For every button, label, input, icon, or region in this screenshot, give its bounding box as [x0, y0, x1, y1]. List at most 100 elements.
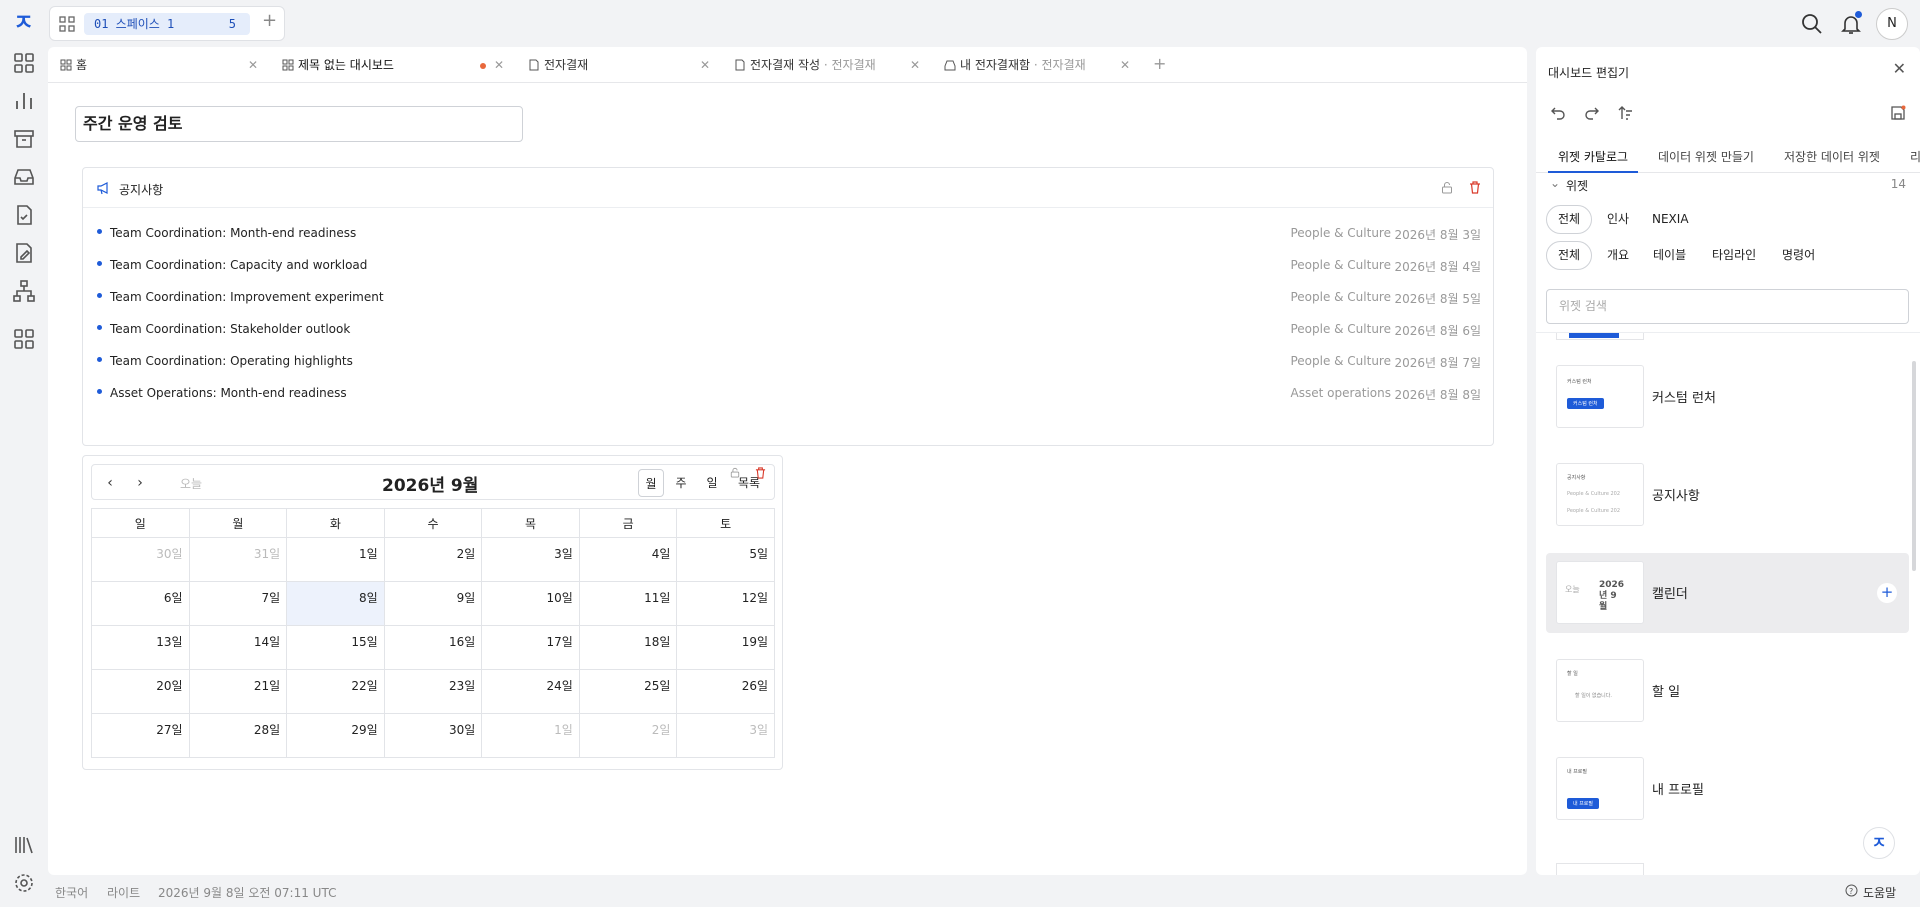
day-cell[interactable]: 15일 — [286, 625, 385, 670]
type-table-chip[interactable]: 테이블 — [1641, 241, 1698, 270]
day-cell[interactable]: 26일 — [676, 669, 775, 714]
day-cell[interactable]: 9일 — [383, 581, 483, 626]
tab-my-approvals[interactable]: 내 전자결재함 · 전자결재 ✕ — [932, 47, 1130, 83]
view-week-button[interactable]: 주 — [668, 469, 694, 497]
filter-hr-chip[interactable]: 인사 — [1595, 205, 1641, 234]
type-overview-chip[interactable]: 개요 — [1595, 241, 1641, 270]
day-cell[interactable]: 30일 — [383, 713, 483, 758]
day-cell[interactable]: 24일 — [481, 669, 580, 714]
save-icon[interactable] — [1890, 105, 1906, 121]
day-cell[interactable]: 16일 — [383, 625, 483, 670]
unlock-icon[interactable] — [1441, 181, 1453, 194]
close-icon[interactable]: ✕ — [1120, 47, 1130, 83]
day-cell[interactable]: 11일 — [578, 581, 678, 626]
day-cell[interactable]: 10일 — [481, 581, 580, 626]
scrollbar[interactable] — [1912, 361, 1916, 571]
day-cell[interactable]: 27일 — [91, 713, 190, 758]
day-cell[interactable]: 29일 — [286, 713, 385, 758]
day-cell[interactable]: 2일 — [578, 713, 678, 758]
close-icon[interactable]: ✕ — [494, 47, 504, 83]
chevron-right-icon[interactable]: › — [128, 471, 152, 495]
add-widget-button[interactable]: + — [1877, 583, 1897, 603]
theme-selector[interactable]: 라이트 — [107, 884, 140, 901]
library-icon[interactable] — [12, 833, 36, 857]
chevron-left-icon[interactable]: ‹ — [98, 471, 122, 495]
undo-icon[interactable] — [1550, 105, 1566, 121]
edit-doc-icon[interactable] — [12, 241, 36, 265]
day-cell[interactable]: 14일 — [188, 625, 288, 670]
tab-home[interactable]: 홈 ✕ — [48, 47, 258, 83]
list-item[interactable]: Team Coordination: Capacity and workload… — [97, 249, 1481, 281]
day-cell[interactable]: 2일 — [383, 537, 483, 582]
approval-doc-icon[interactable] — [12, 203, 36, 227]
day-cell[interactable]: 12일 — [676, 581, 775, 626]
day-cell[interactable]: 13일 — [91, 625, 190, 670]
day-cell[interactable]: 3일 — [481, 537, 580, 582]
dashboard-title-input[interactable]: 주간 운영 검토 — [75, 106, 523, 142]
day-cell-today[interactable]: 8일 — [286, 581, 385, 626]
day-cell[interactable]: 22일 — [286, 669, 385, 714]
type-timeline-chip[interactable]: 타임라인 — [1700, 241, 1768, 270]
day-cell[interactable]: 6일 — [91, 581, 190, 626]
tab-create-data-widget[interactable]: 데이터 위젯 만들기 — [1658, 148, 1754, 165]
type-all-chip[interactable]: 전체 — [1546, 241, 1593, 270]
help-icon[interactable]: ? — [1845, 884, 1858, 897]
today-button[interactable]: 오늘 — [180, 475, 202, 492]
day-cell[interactable]: 18일 — [578, 625, 678, 670]
tab-approval-write[interactable]: 전자결재 작성 · 전자결재 ✕ — [722, 47, 920, 83]
list-item[interactable]: Team Coordination: Operating highlights P… — [97, 345, 1481, 377]
language-selector[interactable]: 한국어 — [55, 884, 88, 901]
space-chip[interactable]: 01 스페이스 1 5 — [84, 13, 250, 35]
apps-icon[interactable] — [12, 327, 36, 351]
widget-section-header[interactable]: ⌄ 위젯 14 — [1536, 174, 1920, 196]
day-cell[interactable]: 4일 — [578, 537, 678, 582]
assistant-fab-button[interactable]: ㅈ — [1863, 827, 1895, 859]
archive-icon[interactable] — [12, 127, 36, 151]
widget-item-calendar[interactable]: 오늘 2026 년 9 월 캘린더 + — [1546, 553, 1909, 633]
inbox-icon[interactable] — [12, 165, 36, 189]
trash-icon[interactable] — [1469, 181, 1481, 194]
day-cell[interactable]: 17일 — [481, 625, 580, 670]
chart-icon[interactable] — [12, 89, 36, 113]
day-cell[interactable]: 25일 — [578, 669, 678, 714]
tab-untitled-dashboard[interactable]: 제목 없는 대시보드 ✕ — [270, 47, 504, 83]
day-cell[interactable]: 7일 — [188, 581, 288, 626]
close-icon[interactable]: ✕ — [700, 47, 710, 83]
type-command-chip[interactable]: 명령어 — [1770, 241, 1827, 270]
close-icon[interactable]: ✕ — [1893, 59, 1906, 78]
day-cell[interactable]: 20일 — [91, 669, 190, 714]
app-logo[interactable]: ㅈ — [10, 10, 37, 37]
settings-gear-icon[interactable] — [12, 871, 36, 895]
widget-item-my-profile[interactable]: 내 프로필 내 프로필 내 프로필 — [1546, 749, 1909, 829]
org-chart-icon[interactable] — [12, 279, 36, 303]
trash-icon[interactable] — [755, 467, 766, 479]
add-tab-button[interactable]: + — [1153, 47, 1166, 81]
widget-search-input[interactable]: 위젯 검색 — [1546, 289, 1909, 324]
apps-grid-icon[interactable] — [59, 16, 75, 32]
tab-saved-data-widgets[interactable]: 저장한 데이터 위젯 — [1784, 148, 1880, 165]
widget-item-custom-launcher[interactable]: 커스텀 런처 커스텀 런처 커스텀 런처 — [1546, 357, 1909, 437]
day-cell[interactable]: 3일 — [676, 713, 775, 758]
unlock-icon[interactable] — [730, 467, 740, 478]
list-item[interactable]: Asset Operations: Month-end readiness Ass… — [97, 377, 1481, 409]
day-cell[interactable]: 5일 — [676, 537, 775, 582]
list-item[interactable]: Team Coordination: Improvement experimen… — [97, 281, 1481, 313]
day-cell[interactable]: 31일 — [188, 537, 288, 582]
tab-approval[interactable]: 전자결재 ✕ — [516, 47, 710, 83]
day-cell[interactable]: 1일 — [481, 713, 580, 758]
close-icon[interactable]: ✕ — [910, 47, 920, 83]
day-cell[interactable]: 23일 — [383, 669, 483, 714]
filter-all-chip[interactable]: 전체 — [1546, 205, 1593, 234]
view-day-button[interactable]: 일 — [699, 469, 725, 497]
list-item[interactable]: Team Coordination: Month-end readiness Pe… — [97, 217, 1481, 249]
view-month-button[interactable]: 월 — [638, 469, 664, 497]
widget-item-todo[interactable]: 할 일 할 일이 없습니다. 할 일 — [1546, 651, 1909, 731]
add-space-button[interactable]: + — [262, 10, 277, 31]
list-item[interactable]: Team Coordination: Stakeholder outlook Pe… — [97, 313, 1481, 345]
search-icon[interactable] — [1800, 12, 1824, 36]
filter-nexia-chip[interactable]: NEXIA — [1640, 205, 1701, 234]
day-cell[interactable]: 21일 — [188, 669, 288, 714]
day-cell[interactable]: 30일 — [91, 537, 190, 582]
avatar[interactable]: N — [1876, 8, 1908, 40]
sort-icon[interactable] — [1618, 105, 1634, 121]
